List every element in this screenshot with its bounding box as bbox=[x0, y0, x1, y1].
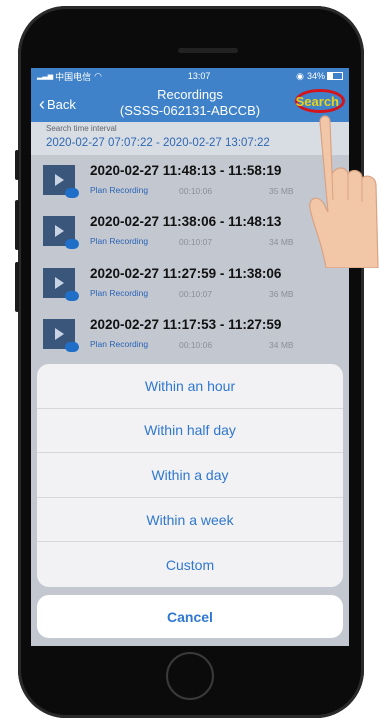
volume-down-button bbox=[15, 262, 19, 312]
video-thumbnail-icon bbox=[43, 216, 79, 249]
recording-item[interactable]: 2020-02-27 11:38:06 - 11:48:13 Plan Reco… bbox=[31, 206, 349, 257]
navigation-bar: ‹ Back Recordings (SSSS-062131-ABCCB) Se… bbox=[31, 84, 349, 122]
video-thumbnail-icon bbox=[43, 268, 79, 301]
clock: 13:07 bbox=[187, 71, 211, 81]
option-within-a-day[interactable]: Within a day bbox=[37, 453, 343, 498]
cloud-icon bbox=[65, 342, 79, 352]
recording-duration: 00:10:07 bbox=[179, 289, 213, 299]
play-icon bbox=[55, 277, 64, 289]
recording-time: 2020-02-27 11:38:06 - 11:48:13 bbox=[90, 214, 282, 229]
recording-size: 36 MB bbox=[269, 289, 294, 299]
recording-time: 2020-02-27 11:17:53 - 11:27:59 bbox=[90, 317, 282, 332]
recording-size: 34 MB bbox=[269, 340, 294, 350]
carrier-label: 中国电信 bbox=[55, 71, 92, 82]
signal-icon: ▂▃▅ bbox=[37, 73, 54, 80]
phone-screen: ▂▃▅ 中国电信 ◠ 13:07 ◉ 34% ‹ Back Recordings… bbox=[31, 68, 349, 646]
battery-info: ◉ 34% bbox=[296, 71, 343, 82]
option-custom[interactable]: Custom bbox=[37, 542, 343, 587]
wifi-icon: ◠ bbox=[94, 70, 103, 81]
recording-item[interactable]: 2020-02-27 11:17:53 - 11:27:59 Plan Reco… bbox=[31, 309, 349, 360]
cloud-icon bbox=[65, 188, 79, 198]
recording-duration: 00:10:06 bbox=[179, 186, 213, 196]
earpiece bbox=[178, 48, 238, 53]
recording-time: 2020-02-27 11:27:59 - 11:38:06 bbox=[90, 266, 282, 281]
action-sheet: Within an hour Within half day Within a … bbox=[37, 364, 343, 587]
status-bar: ▂▃▅ 中国电信 ◠ 13:07 ◉ 34% bbox=[31, 68, 349, 84]
video-thumbnail-icon bbox=[43, 165, 79, 198]
mute-switch bbox=[15, 150, 19, 180]
play-icon bbox=[55, 225, 64, 237]
play-icon bbox=[55, 328, 64, 340]
carrier-info: ▂▃▅ 中国电信 ◠ bbox=[37, 70, 102, 83]
battery-icon bbox=[327, 72, 343, 80]
recording-time: 2020-02-27 11:48:13 - 11:58:19 bbox=[90, 163, 282, 178]
interval-label: Search time interval bbox=[46, 124, 117, 133]
recording-type: Plan Recording bbox=[90, 339, 149, 349]
recording-item[interactable]: 2020-02-27 11:27:59 - 11:38:06 Plan Reco… bbox=[31, 258, 349, 309]
cancel-button[interactable]: Cancel bbox=[37, 595, 343, 638]
option-within-an-hour[interactable]: Within an hour bbox=[37, 364, 343, 409]
interval-value: 2020-02-27 07:07:22 - 2020-02-27 13:07:2… bbox=[46, 137, 270, 149]
option-within-half-day[interactable]: Within half day bbox=[37, 409, 343, 454]
recording-size: 34 MB bbox=[269, 237, 294, 247]
option-within-a-week[interactable]: Within a week bbox=[37, 498, 343, 543]
home-button[interactable] bbox=[166, 652, 214, 700]
search-button[interactable]: Search bbox=[296, 94, 339, 109]
lock-rotation-icon: ◉ bbox=[296, 70, 304, 81]
video-thumbnail-icon bbox=[43, 319, 79, 352]
battery-percent: 34% bbox=[306, 71, 325, 81]
recording-duration: 00:10:07 bbox=[179, 237, 213, 247]
volume-up-button bbox=[15, 200, 19, 250]
recording-duration: 00:10:06 bbox=[179, 340, 213, 350]
recording-size: 35 MB bbox=[269, 186, 294, 196]
recording-type: Plan Recording bbox=[90, 185, 149, 195]
cloud-icon bbox=[65, 239, 79, 249]
recording-type: Plan Recording bbox=[90, 236, 149, 246]
recording-type: Plan Recording bbox=[90, 288, 149, 298]
cloud-icon bbox=[65, 291, 79, 301]
recording-item[interactable]: 2020-02-27 11:48:13 - 11:58:19 Plan Reco… bbox=[31, 155, 349, 206]
play-icon bbox=[55, 174, 64, 186]
pointing-hand-icon bbox=[309, 115, 379, 268]
search-interval-panel: Search time interval 2020-02-27 07:07:22… bbox=[31, 122, 349, 155]
